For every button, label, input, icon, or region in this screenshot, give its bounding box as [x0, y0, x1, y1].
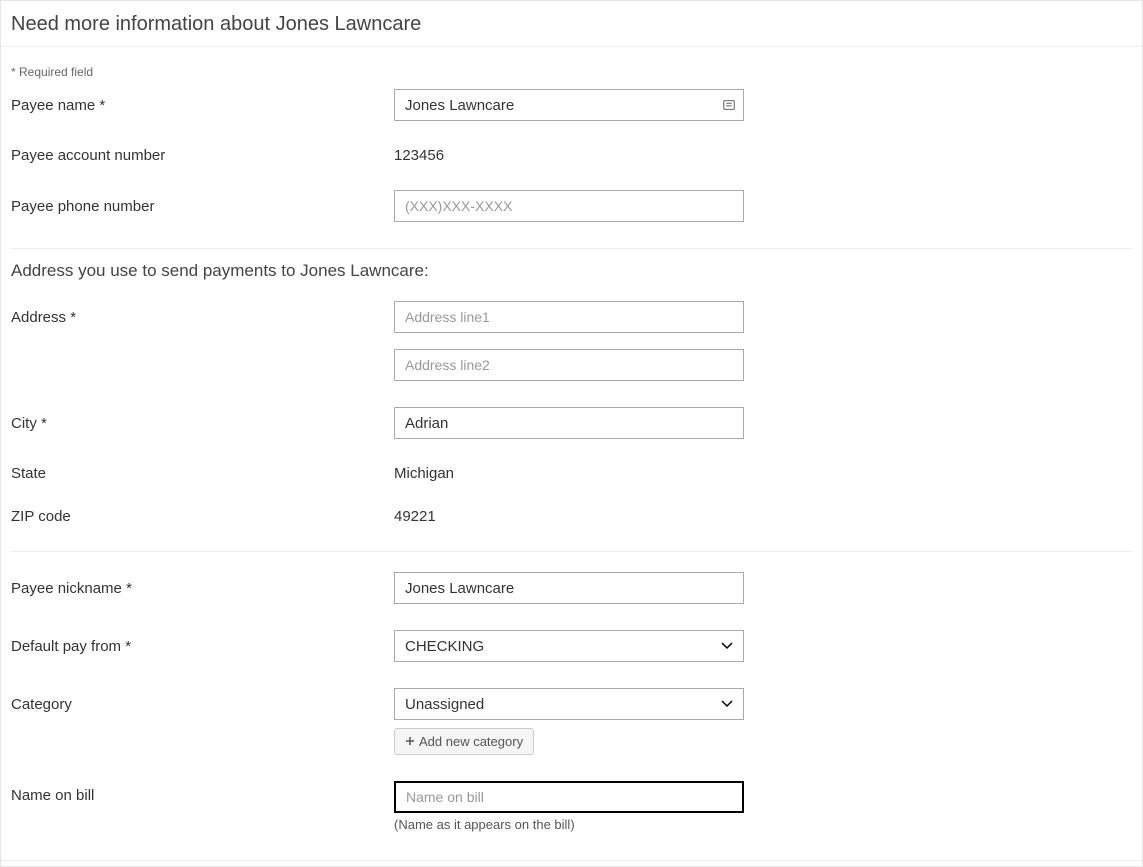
bottom-section: Payee nickname * Default pay from * CHEC… [1, 564, 1142, 842]
category-row: Category Unassigned [11, 688, 1132, 720]
name-on-bill-input[interactable] [394, 781, 744, 813]
payee-name-label: Payee name * [11, 97, 394, 114]
address-section-heading: Address you use to send payments to Jone… [11, 261, 1132, 281]
category-select[interactable]: Unassigned [394, 688, 744, 720]
default-pay-select[interactable]: CHECKING [394, 630, 744, 662]
required-field-note: * Required field [11, 65, 1132, 79]
name-on-bill-label: Name on bill [11, 781, 394, 804]
name-on-bill-helper: (Name as it appears on the bill) [394, 817, 1132, 832]
account-number-label: Payee account number [11, 147, 394, 164]
address-label: Address * [11, 309, 394, 326]
add-category-button[interactable]: Add new category [394, 728, 534, 755]
phone-row: Payee phone number [11, 190, 1132, 222]
city-row: City * [11, 407, 1132, 439]
default-pay-label: Default pay from * [11, 638, 394, 655]
state-value: Michigan [394, 465, 1132, 482]
state-row: State Michigan [11, 465, 1132, 482]
city-label: City * [11, 415, 394, 432]
payee-name-input[interactable] [394, 89, 744, 121]
payee-form-container: Need more information about Jones Lawnca… [0, 0, 1143, 867]
divider [11, 248, 1132, 249]
phone-label: Payee phone number [11, 198, 394, 215]
address-line2-input[interactable] [394, 349, 744, 381]
nickname-label: Payee nickname * [11, 580, 394, 597]
bottom-divider [1, 860, 1142, 866]
zip-row: ZIP code 49221 [11, 508, 1132, 525]
address-line2-row [11, 349, 1132, 381]
category-label: Category [11, 696, 394, 713]
nickname-row: Payee nickname * [11, 572, 1132, 604]
divider [11, 551, 1132, 552]
plus-icon [405, 734, 415, 749]
form-header: Need more information about Jones Lawnca… [1, 1, 1142, 47]
add-category-row: Add new category [11, 728, 1132, 755]
payee-name-row: Payee name * [11, 89, 1132, 121]
add-category-label: Add new category [419, 734, 523, 749]
address-line1-input[interactable] [394, 301, 744, 333]
phone-input[interactable] [394, 190, 744, 222]
name-on-bill-row: Name on bill (Name as it appears on the … [11, 781, 1132, 832]
state-label: State [11, 465, 394, 482]
default-pay-row: Default pay from * CHECKING [11, 630, 1132, 662]
page-title: Need more information about Jones Lawnca… [11, 13, 1132, 36]
zip-label: ZIP code [11, 508, 394, 525]
payee-info-section: * Required field Payee name * Payee [1, 47, 1142, 248]
city-input[interactable] [394, 407, 744, 439]
address-row: Address * [11, 301, 1132, 333]
address-section: Address * City * State Michigan ZIP code… [1, 301, 1142, 551]
account-number-value: 123456 [394, 147, 1132, 164]
account-number-row: Payee account number 123456 [11, 147, 1132, 164]
nickname-input[interactable] [394, 572, 744, 604]
zip-value: 49221 [394, 508, 1132, 525]
